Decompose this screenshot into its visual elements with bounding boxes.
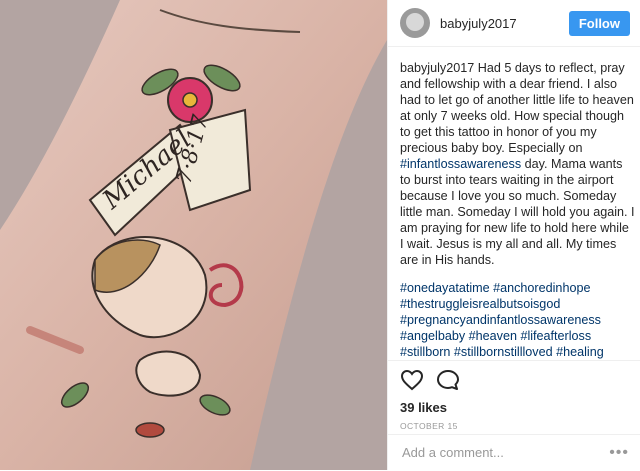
likes-count[interactable]: 39 likes — [388, 396, 640, 415]
more-options-icon[interactable]: ••• — [609, 444, 629, 462]
follow-button[interactable]: Follow — [568, 10, 630, 36]
heart-icon[interactable] — [400, 369, 424, 396]
post-header: babyjuly2017 Follow — [388, 0, 640, 47]
comment-icon[interactable] — [436, 369, 460, 396]
caption-area: babyjuly2017 Had 5 days to reflect, pray… — [400, 60, 635, 365]
post-sidebar: babyjuly2017 Follow babyjuly2017 Had 5 d… — [387, 0, 640, 471]
hashtag-list[interactable]: #onedayatatime #anchoredinhope #thestrug… — [400, 280, 635, 365]
post-date: OCTOBER 15 — [400, 421, 458, 431]
username[interactable]: babyjuly2017 — [440, 16, 569, 31]
instagram-post: Michael 7·8·17 babyjuly2017 Follow babyj… — [0, 0, 640, 471]
caption-text: Had 5 days to reflect, pray and fellowsh… — [400, 61, 634, 155]
caption-text-continued: day. Mama wants to burst into tears wait… — [400, 157, 635, 267]
caption-hashtag[interactable]: #infantlossawareness — [400, 157, 521, 171]
avatar[interactable] — [400, 8, 430, 38]
comment-input[interactable] — [400, 444, 604, 461]
comment-bar: ••• — [388, 434, 640, 470]
caption-username[interactable]: babyjuly2017 — [400, 61, 474, 75]
post-photo: Michael 7·8·17 — [0, 0, 387, 470]
